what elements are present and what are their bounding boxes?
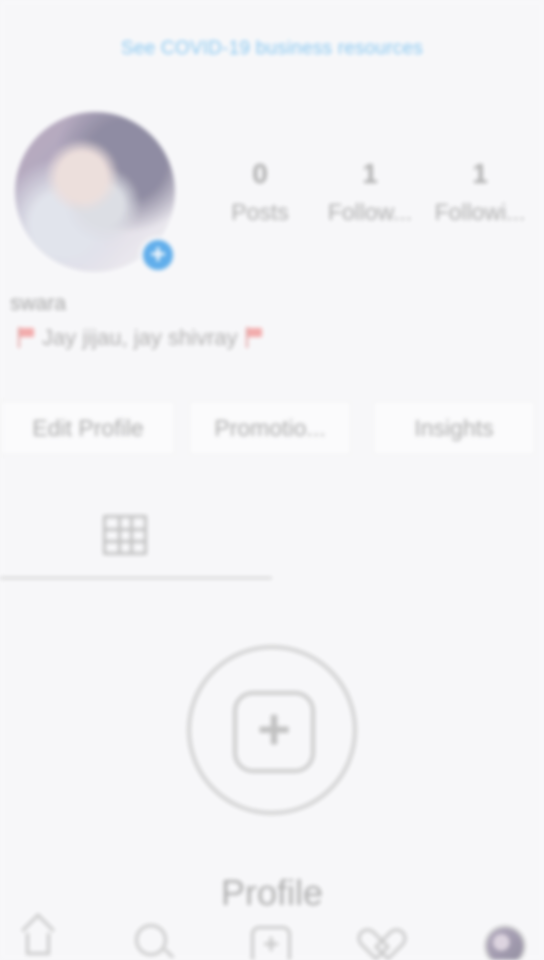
flag-icon xyxy=(14,326,36,348)
profile-avatar-icon xyxy=(484,925,526,960)
bio-text: Jay jijau, jay shivray xyxy=(42,325,238,350)
empty-profile-state: + Profile xyxy=(0,620,544,913)
followers-label: Follow... xyxy=(327,199,413,225)
profile-avatar-area[interactable]: + xyxy=(15,112,177,274)
profile-action-buttons: Edit Profile Promotio... Insights xyxy=(0,400,544,456)
home-icon xyxy=(26,933,50,955)
heart-icon xyxy=(368,929,408,960)
posts-stat[interactable]: 0 Posts xyxy=(206,157,314,225)
following-label: Followi... xyxy=(434,199,526,225)
empty-state-heading: Profile xyxy=(220,872,324,913)
edit-profile-button[interactable]: Edit Profile xyxy=(0,400,176,456)
insights-button[interactable]: Insights xyxy=(372,400,536,456)
nav-activity[interactable] xyxy=(360,921,418,960)
search-icon xyxy=(135,924,167,956)
profile-content-tabs xyxy=(0,500,544,586)
new-post-icon: + xyxy=(251,926,291,960)
add-story-icon[interactable]: + xyxy=(139,236,177,274)
grid-icon xyxy=(103,515,147,555)
posts-label: Posts xyxy=(231,199,289,225)
nav-search[interactable] xyxy=(128,921,186,960)
promotions-button[interactable]: Promotio... xyxy=(188,400,352,456)
following-count: 1 xyxy=(472,158,488,189)
tab-grid[interactable] xyxy=(0,500,272,579)
following-stat[interactable]: 1 Followi... xyxy=(426,157,534,225)
nav-profile[interactable] xyxy=(476,921,534,960)
flag-icon xyxy=(242,326,264,348)
covid-resources-link[interactable]: See COVID-19 business resources xyxy=(0,38,544,60)
nav-home[interactable] xyxy=(8,921,66,960)
nav-new-post[interactable]: + xyxy=(242,921,300,960)
followers-stat[interactable]: 1 Follow... xyxy=(316,157,424,225)
add-content-icon: + xyxy=(233,691,315,773)
profile-stats: 0 Posts 1 Follow... 1 Followi... xyxy=(206,157,544,235)
profile-bio: Jay jijau, jay shivray xyxy=(10,325,270,351)
tab-tagged[interactable] xyxy=(272,500,544,578)
bottom-navigation: + xyxy=(0,910,544,960)
posts-count: 0 xyxy=(252,158,268,189)
profile-name: swara xyxy=(10,292,67,315)
profile-screen: See COVID-19 business resources + 0 Post… xyxy=(0,0,544,960)
create-post-circle[interactable]: + xyxy=(187,645,357,815)
followers-count: 1 xyxy=(362,158,378,189)
